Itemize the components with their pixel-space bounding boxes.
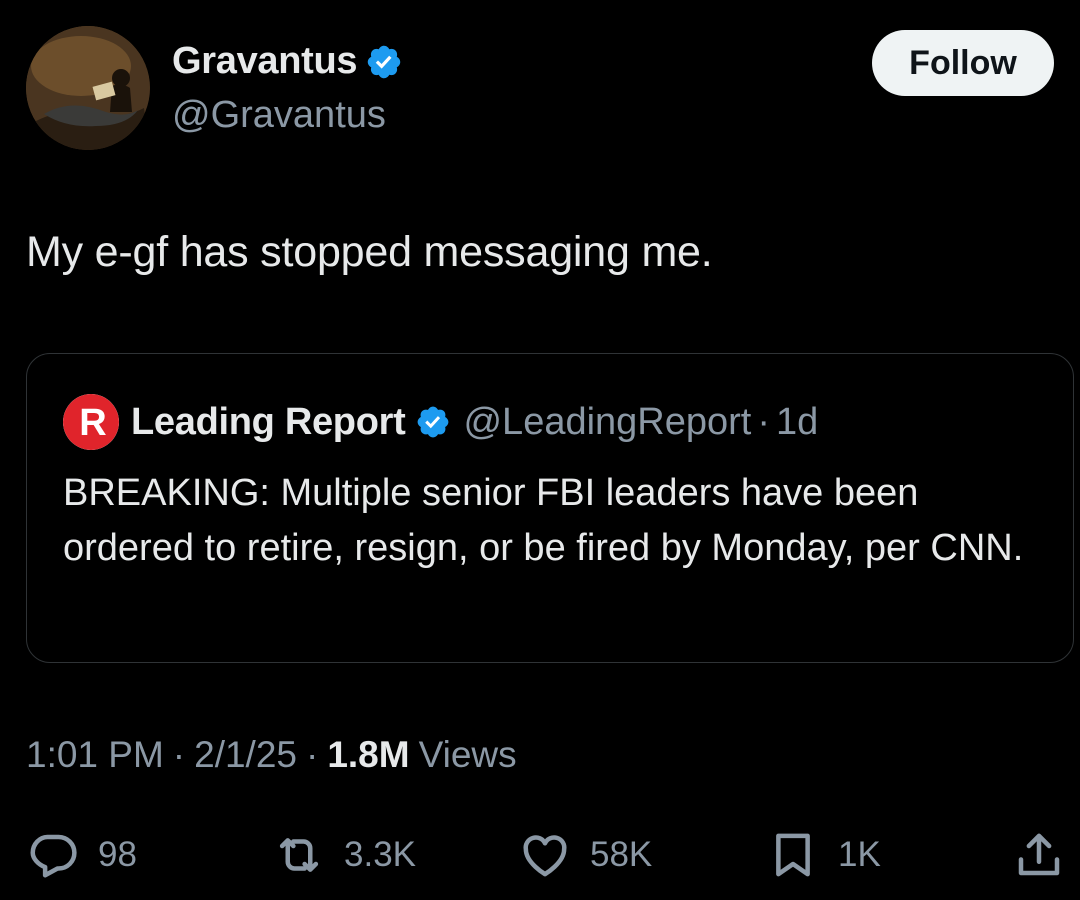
reply-count: 98 [98,835,137,874]
views-count: 1.8M [327,734,410,775]
separator-dot: · [172,734,186,775]
author-avatar[interactable] [26,26,150,150]
tweet-time[interactable]: 1:01 PM [26,734,164,776]
reply-icon [26,828,80,882]
author-handle[interactable]: @Gravantus [172,94,386,137]
tweet-date[interactable]: 2/1/25 [194,734,297,776]
quoted-tweet-text: BREAKING: Multiple senior FBI leaders ha… [63,472,1024,569]
repost-button[interactable]: 3.3K [272,820,416,890]
logo-letter: R [79,402,106,444]
tweet-meta: 1:01 PM · 2/1/25 · 1.8M Views [26,734,517,776]
quoted-tweet[interactable]: R Leading Report @LeadingReport · 1d BRE… [26,353,1074,663]
repost-icon [272,828,326,882]
quoted-tweet-time[interactable]: 1d [776,401,818,444]
quoted-tweet-header: R Leading Report @LeadingReport · 1d [63,394,818,450]
follow-button[interactable]: Follow [872,30,1054,96]
separator-dot: · [757,400,771,443]
verified-badge-icon [415,404,451,440]
quoted-author-handle[interactable]: @LeadingReport [463,401,751,444]
share-button[interactable] [1012,820,1066,890]
views-label: Views [418,734,517,775]
tweet-text: My e-gf has stopped messaging me. [26,228,713,276]
share-icon [1012,828,1066,882]
quoted-author-name[interactable]: Leading Report [131,401,406,444]
repost-count: 3.3K [344,835,416,874]
author-name-row: Gravantus [172,40,403,83]
like-count: 58K [590,835,653,874]
bookmark-icon [766,828,820,882]
separator-dot: · [306,734,319,775]
bookmark-button[interactable]: 1K [766,820,881,890]
bookmark-count: 1K [838,835,881,874]
leading-report-logo[interactable]: R [63,394,119,450]
author-name[interactable]: Gravantus [172,40,358,83]
like-button[interactable]: 58K [518,820,652,890]
action-bar: 98 3.3K 58K 1K [0,820,1080,890]
heart-icon [518,828,572,882]
avatar-image [26,26,150,150]
reply-button[interactable]: 98 [26,820,137,890]
verified-badge-icon[interactable] [365,43,403,81]
